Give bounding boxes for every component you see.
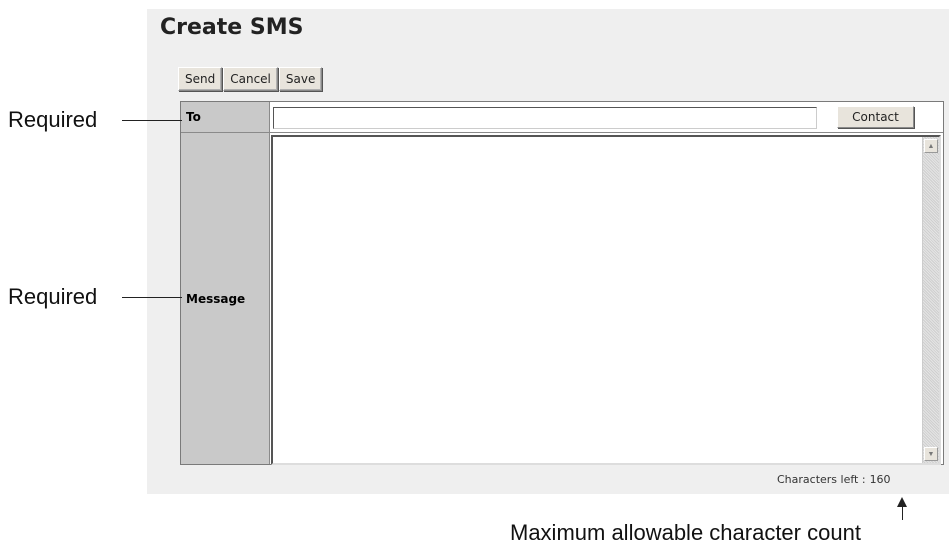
annotation-max-count: Maximum allowable character count [510,520,861,545]
contact-button[interactable]: Contact [837,106,914,128]
to-row: Contact [270,102,943,133]
characters-left: Characters left :160 [777,473,891,486]
scroll-up-arrow-icon[interactable]: ▲ [924,139,938,153]
characters-left-label: Characters left : [777,473,866,486]
message-label: Message [181,133,270,464]
scroll-down-arrow-icon[interactable]: ▼ [924,447,938,461]
cancel-button[interactable]: Cancel [223,67,278,91]
sms-form: To Contact Message ▲ ▼ [180,101,944,465]
annotation-required-message: Required [8,284,98,309]
characters-left-count: 160 [869,473,891,486]
annotation-leader-to [122,120,182,121]
page-title: Create SMS [160,15,304,40]
to-input[interactable] [273,107,817,129]
message-textarea[interactable]: ▲ ▼ [271,135,941,465]
send-button[interactable]: Send [178,67,223,91]
annotation-leader-message [122,297,182,298]
toolbar: Send Cancel Save [178,67,323,91]
message-scrollbar[interactable]: ▲ ▼ [922,137,939,463]
annotation-arrow-line [902,506,903,520]
save-button[interactable]: Save [278,67,323,91]
annotation-required-to: Required [8,107,98,132]
to-label: To [181,102,270,133]
